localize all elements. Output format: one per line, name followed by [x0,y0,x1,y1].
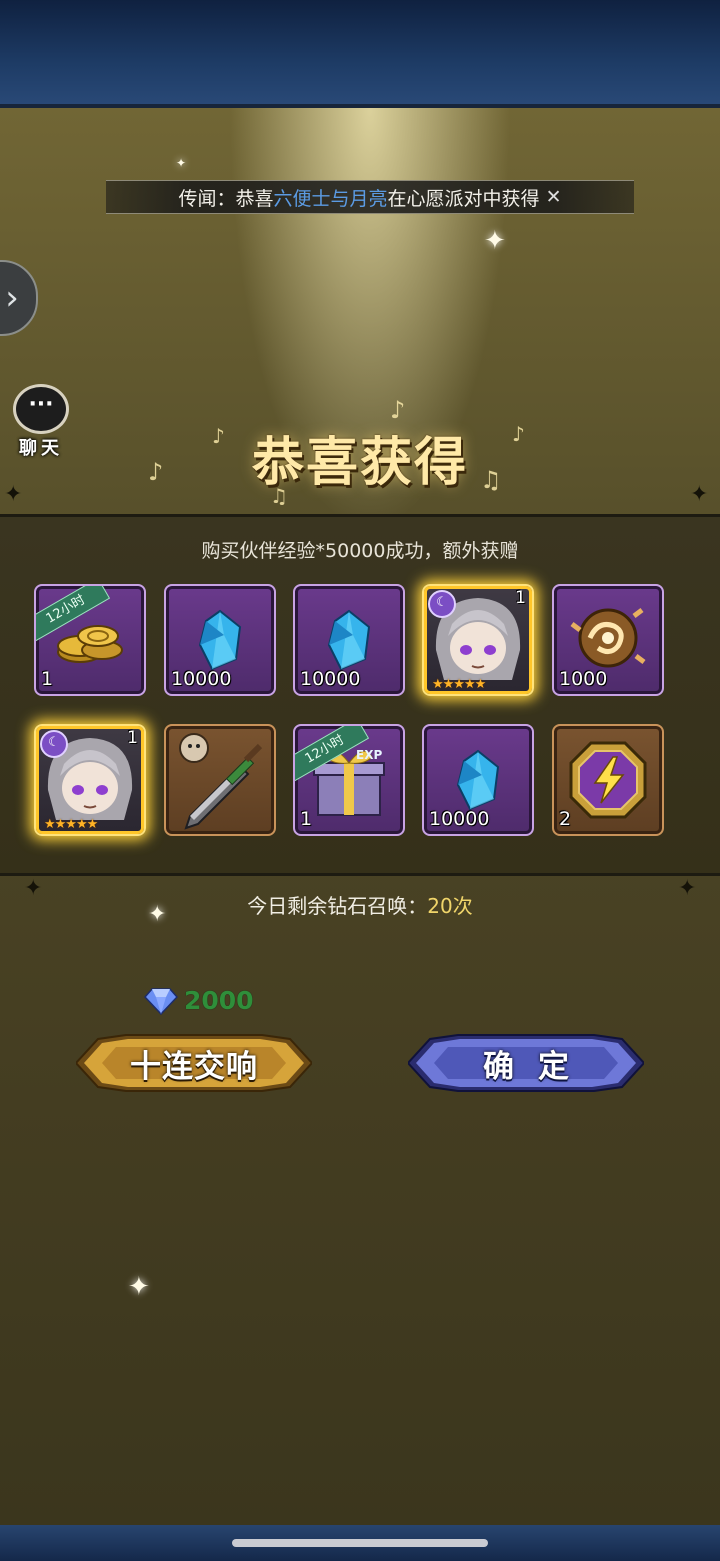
corner-ornament-icon: ✦ [690,482,709,507]
item-quantity: 1 [127,728,138,748]
item-quantity: 1 [300,808,313,830]
purchase-message: 购买伙伴经验*50000成功，额外获赠 [201,540,519,562]
ten-pull-cost: 2000 [144,986,254,1015]
corner-ornament-icon: ✦ [4,482,23,507]
diamond-icon [144,987,178,1015]
item-quantity: 10000 [429,808,490,830]
reward-item-bronze-orb[interactable]: 1000 [552,584,664,696]
reward-item-gold-coins[interactable]: 12小时 1 [34,584,146,696]
chevron-right-icon: › [5,278,19,318]
reward-item-blue-crystal[interactable]: 10000 [293,584,405,696]
reward-item-blue-crystal[interactable]: 10000 [164,584,276,696]
remaining-summons: 今日剩余钻石召唤：20次 [0,890,720,919]
sword-icon [166,726,274,834]
ten-pull-button[interactable]: 十连交响 [76,1033,312,1093]
news-prefix: 传闻：恭喜 [178,187,274,210]
crossed-swords-icon: ✕ [545,186,562,208]
chat-button[interactable]: ··· 聊天 [10,384,72,459]
item-quantity: 1 [515,588,526,608]
svg-text:EXP: EXP [356,748,382,762]
item-quantity: 10000 [300,668,361,690]
remaining-summons-label: 今日剩余钻石召唤： [247,894,428,918]
reward-item-blue-crystal[interactable]: 10000 [422,724,534,836]
news-player-name[interactable]: 六便士与月亮 [274,184,388,211]
sparkle-icon: ✦ [484,226,506,256]
item-quantity: 1 [41,668,54,690]
item-quantity: 10000 [171,668,232,690]
news-suffix: 在心愿派对中获得 [387,187,540,210]
star-rating: ★★★★★ [432,677,486,692]
music-note-icon: ♪ [148,458,164,486]
faction-moon-icon: ☾ [40,730,68,758]
reward-item-hero-card[interactable]: ☾ 1 ★★★★★ [422,584,534,696]
reward-item-exp-gift-box[interactable]: EXP 12小时 1 [293,724,405,836]
congrats-title: 恭喜获得 [251,432,468,493]
top-banner [0,0,720,108]
reward-item-sword[interactable] [164,724,276,836]
chat-bubble-icon: ··· [13,384,69,434]
confirm-button[interactable]: 确定 [408,1033,644,1093]
sparkle-icon: ✦ [128,1272,150,1302]
cost-value: 2000 [184,986,254,1015]
star-rating: ★★★★★ [44,817,98,832]
faction-moon-icon: ☾ [428,590,456,618]
sparkle-icon: ✦ [176,156,187,170]
home-indicator[interactable] [232,1539,488,1547]
ten-pull-label: 十连交响 [130,1048,258,1085]
reward-item-hero-card[interactable]: ☾ 1 ★★★★★ [34,724,146,836]
item-quantity: 2 [559,808,572,830]
item-quantity: 1000 [559,668,608,690]
remaining-summons-count: 20次 [427,894,473,918]
music-note-icon: ♪ [512,422,525,446]
confirm-label: 确定 [483,1048,593,1085]
news-ticker: 传闻：恭喜 六便士与月亮 在心愿派对中获得 ✕ [106,180,634,214]
reward-item-lightning-token[interactable]: 2 [552,724,664,836]
chat-label: 聊天 [19,438,63,459]
